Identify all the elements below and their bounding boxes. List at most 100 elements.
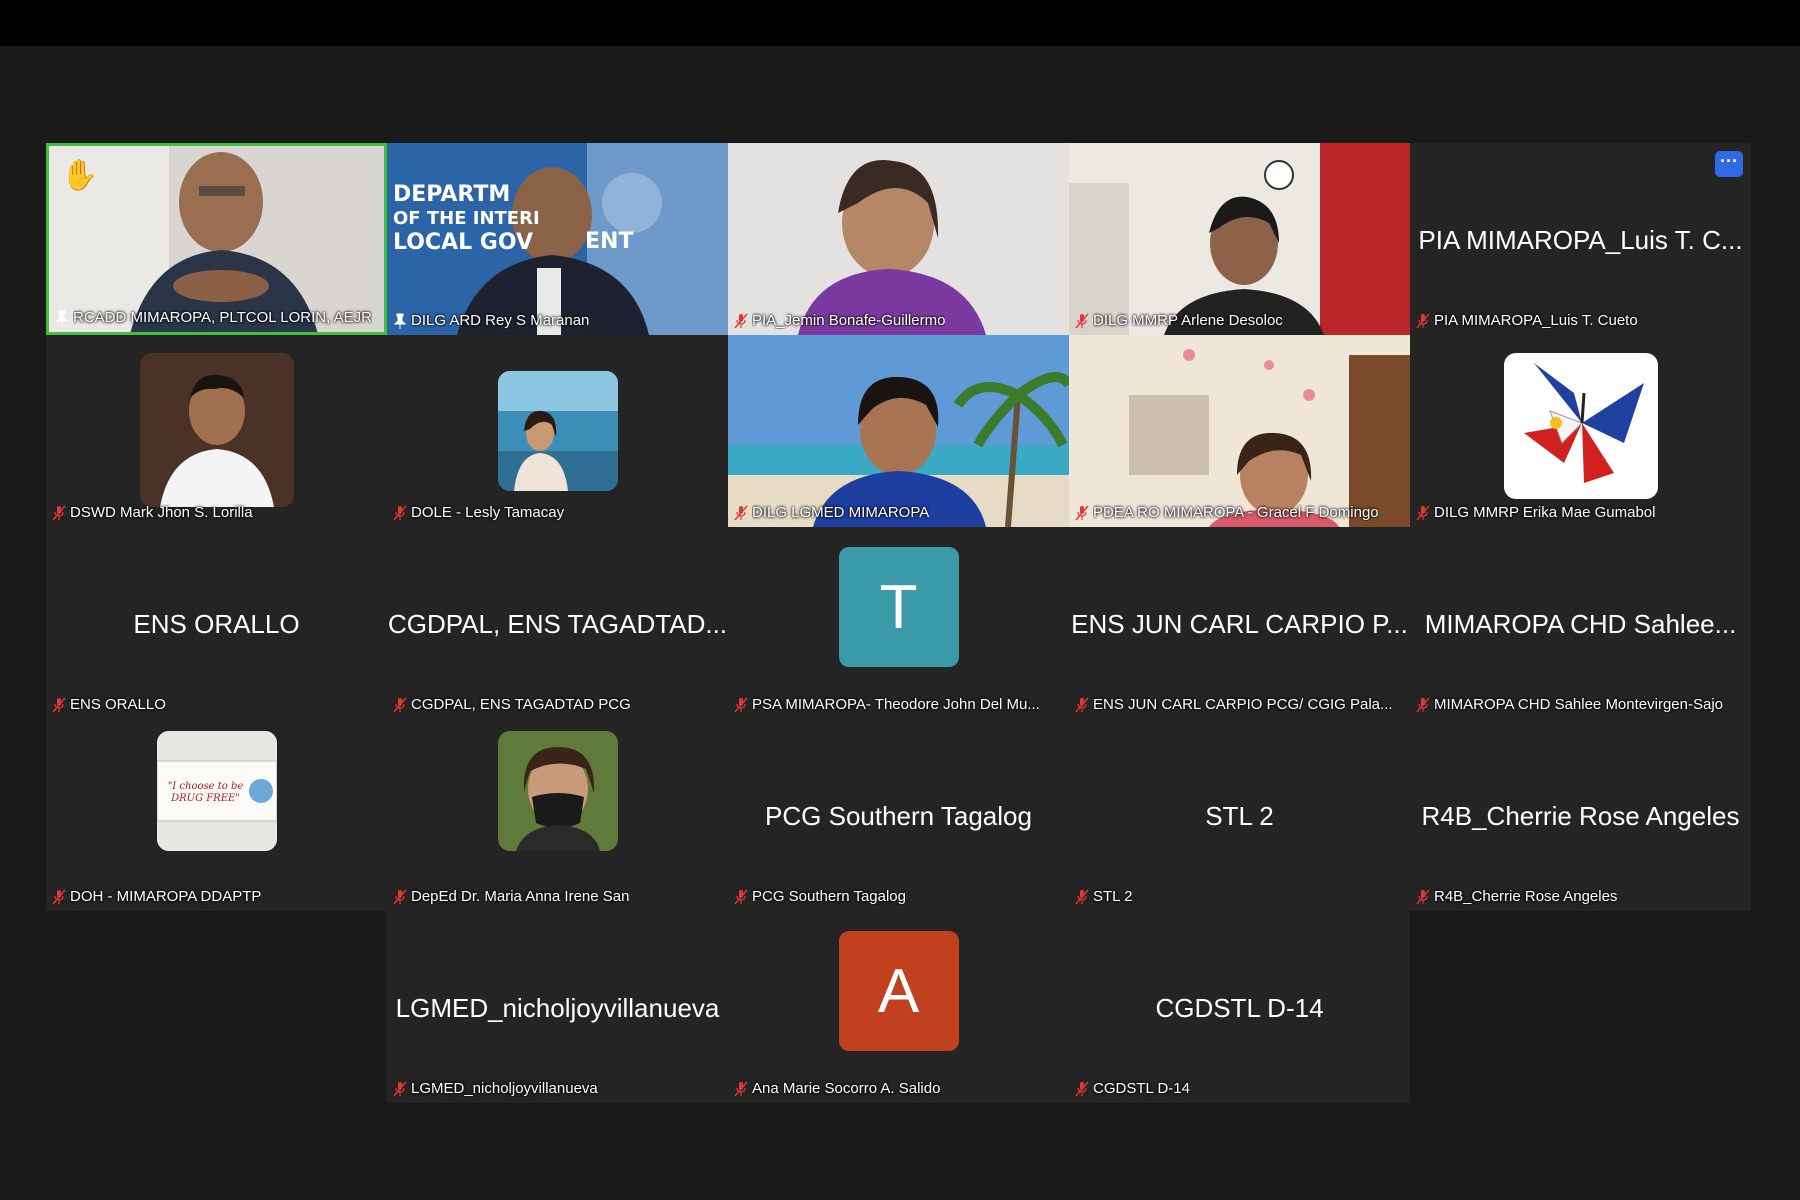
mic-muted-icon (734, 313, 748, 329)
profile-photo (1503, 353, 1658, 499)
mic-muted-icon (393, 889, 407, 905)
participant-name-label: ENS JUN CARL CARPIO PCG/ CGIG Pala... (1075, 696, 1404, 713)
mic-muted-icon (734, 697, 748, 713)
participant-name-label: PIA MIMAROPA_Luis T. Cueto (1416, 312, 1745, 329)
participant-video (728, 143, 1069, 335)
participant-video (728, 335, 1069, 527)
mic-muted-icon (52, 697, 66, 713)
mic-muted-icon (393, 1081, 407, 1097)
participant-tile[interactable]: DSWD Mark Jhon S. Lorilla (46, 335, 387, 527)
letter-avatar: T (838, 547, 959, 667)
participant-name-label: DILG LGMED MIMAROPA (734, 504, 1063, 521)
participant-video (49, 146, 384, 332)
mic-muted-icon (1075, 1081, 1089, 1097)
participant-name-label: PSA MIMAROPA- Theodore John Del Mu... (734, 696, 1063, 713)
participant-tile[interactable]: LGMED_nicholjoyvillanueva LGMED_nicholjo… (387, 911, 728, 1103)
participant-tile[interactable]: ENS JUN CARL CARPIO P... ENS JUN CARL CA… (1069, 527, 1410, 719)
participant-name-label: DILG MMRP Erika Mae Gumabol (1416, 504, 1745, 521)
participant-display-name: PIA MIMAROPA_Luis T. C... (1418, 225, 1743, 255)
more-options-button[interactable]: ··· (1715, 151, 1743, 177)
mic-muted-icon (393, 697, 407, 713)
banner-text: DEPARTM (393, 182, 511, 207)
profile-photo (497, 731, 618, 851)
participant-tile[interactable]: R4B_Cherrie Rose Angeles R4B_Cherrie Ros… (1410, 719, 1751, 911)
participant-video (1069, 335, 1410, 527)
mic-muted-icon (1416, 697, 1430, 713)
participant-video (1069, 143, 1410, 335)
participant-name-label: PCG Southern Tagalog (734, 888, 1063, 905)
participant-tile[interactable]: PDEA RO MIMAROPA - Gracel F Domingo (1069, 335, 1410, 527)
participant-name-label: DSWD Mark Jhon S. Lorilla (52, 504, 381, 521)
top-window-bar (0, 0, 1800, 46)
participant-name-label: PIA_Jemin Bonafe-Guillermo (734, 312, 1063, 329)
participant-tile[interactable]: DepEd Dr. Maria Anna Irene San (387, 719, 728, 911)
participant-tile[interactable]: CGDSTL D-14 CGDSTL D-14 (1069, 911, 1410, 1103)
participant-display-name: ENS JUN CARL CARPIO P... (1071, 609, 1408, 639)
participant-name-label: DepEd Dr. Maria Anna Irene San (393, 888, 722, 905)
participant-name-label: LGMED_nicholjoyvillanueva (393, 1080, 722, 1097)
participant-display-name: CGDSTL D-14 (1155, 993, 1324, 1023)
participant-display-name: ENS ORALLO (133, 609, 300, 639)
mic-muted-icon (1075, 505, 1089, 521)
participant-name-label: DILG ARD Rey S Maranan (393, 312, 722, 329)
participant-tile[interactable]: "I choose to be DRUG FREE" DOH - MIMAROP… (46, 719, 387, 911)
participant-tile[interactable]: CGDPAL, ENS TAGADTAD... CGDPAL, ENS TAGA… (387, 527, 728, 719)
banner-text: ENT (585, 229, 634, 254)
more-horizontal-icon: ··· (1720, 151, 1738, 171)
mic-muted-icon (734, 1081, 748, 1097)
participant-name-label: R4B_Cherrie Rose Angeles (1416, 888, 1745, 905)
pin-icon (55, 310, 69, 326)
participant-name-label: Ana Marie Socorro A. Salido (734, 1080, 1063, 1097)
mic-muted-icon (1075, 889, 1089, 905)
participant-tile[interactable]: PIA MIMAROPA_Luis T. C... ··· PIA MIMARO… (1410, 143, 1751, 335)
banner-text: OF THE INTERI (393, 208, 540, 229)
mic-muted-icon (393, 505, 407, 521)
participant-name-label: PDEA RO MIMAROPA - Gracel F Domingo (1075, 504, 1404, 521)
participant-tile[interactable]: PCG Southern Tagalog PCG Southern Tagalo… (728, 719, 1069, 911)
participant-name-label: CGDSTL D-14 (1075, 1080, 1404, 1097)
pin-icon (393, 313, 407, 329)
banner-text: LOCAL GOV (393, 230, 533, 255)
participant-display-name: R4B_Cherrie Rose Angeles (1421, 801, 1740, 831)
participant-tile[interactable]: ENS ORALLO ENS ORALLO (46, 527, 387, 719)
participant-display-name: STL 2 (1205, 801, 1274, 831)
participant-name-label: RCADD MIMAROPA, PLTCOL LORIN, AEJR (55, 309, 378, 326)
profile-photo (497, 371, 618, 491)
participant-name-label: DOH - MIMAROPA DDAPTP (52, 888, 381, 905)
participant-tile[interactable]: PIA_Jemin Bonafe-Guillermo (728, 143, 1069, 335)
participant-display-name: LGMED_nicholjoyvillanueva (395, 993, 720, 1023)
mic-muted-icon (52, 505, 66, 521)
participant-tile[interactable]: STL 2 STL 2 (1069, 719, 1410, 911)
mic-muted-icon (734, 505, 748, 521)
participant-tile[interactable]: DEPARTM OF THE INTERI LOCAL GOV ENT DILG… (387, 143, 728, 335)
participant-tile[interactable]: T PSA MIMAROPA- Theodore John Del Mu... (728, 527, 1069, 719)
mic-muted-icon (734, 889, 748, 905)
participant-tile[interactable]: DILG LGMED MIMAROPA (728, 335, 1069, 527)
participant-display-name: PCG Southern Tagalog (765, 801, 1032, 831)
participant-name-label: CGDPAL, ENS TAGADTAD PCG (393, 696, 722, 713)
participant-name-label: DILG MMRP Arlene Desoloc (1075, 312, 1404, 329)
participant-display-name: CGDPAL, ENS TAGADTAD... (387, 609, 728, 639)
participant-name-label: ENS ORALLO (52, 696, 381, 713)
participant-tile[interactable]: ✋ RCADD MIMAROPA, PLTCOL LORIN, AEJR (46, 143, 387, 335)
mic-muted-icon (1075, 313, 1089, 329)
mic-muted-icon (1075, 697, 1089, 713)
participant-display-name: MIMAROPA CHD Sahlee... (1424, 609, 1737, 639)
participant-video: DEPARTM OF THE INTERI LOCAL GOV ENT (387, 143, 728, 335)
participant-tile[interactable]: DOLE - Lesly Tamacay (387, 335, 728, 527)
mic-muted-icon (1416, 505, 1430, 521)
mic-muted-icon (1416, 313, 1430, 329)
participant-name-label: STL 2 (1075, 888, 1404, 905)
mic-muted-icon (1416, 889, 1430, 905)
letter-avatar: A (838, 931, 959, 1051)
profile-photo: "I choose to be DRUG FREE" (156, 731, 277, 851)
mic-muted-icon (52, 889, 66, 905)
raised-hand-icon: ✋ (61, 159, 99, 192)
participant-tile[interactable]: DILG MMRP Erika Mae Gumabol (1410, 335, 1751, 527)
profile-photo (139, 353, 294, 507)
participant-tile[interactable]: MIMAROPA CHD Sahlee... MIMAROPA CHD Sahl… (1410, 527, 1751, 719)
participant-tile[interactable]: A Ana Marie Socorro A. Salido (728, 911, 1069, 1103)
participant-name-label: MIMAROPA CHD Sahlee Montevirgen-Sajo (1416, 696, 1745, 713)
participant-name-label: DOLE - Lesly Tamacay (393, 504, 722, 521)
participant-tile[interactable]: DILG MMRP Arlene Desoloc (1069, 143, 1410, 335)
